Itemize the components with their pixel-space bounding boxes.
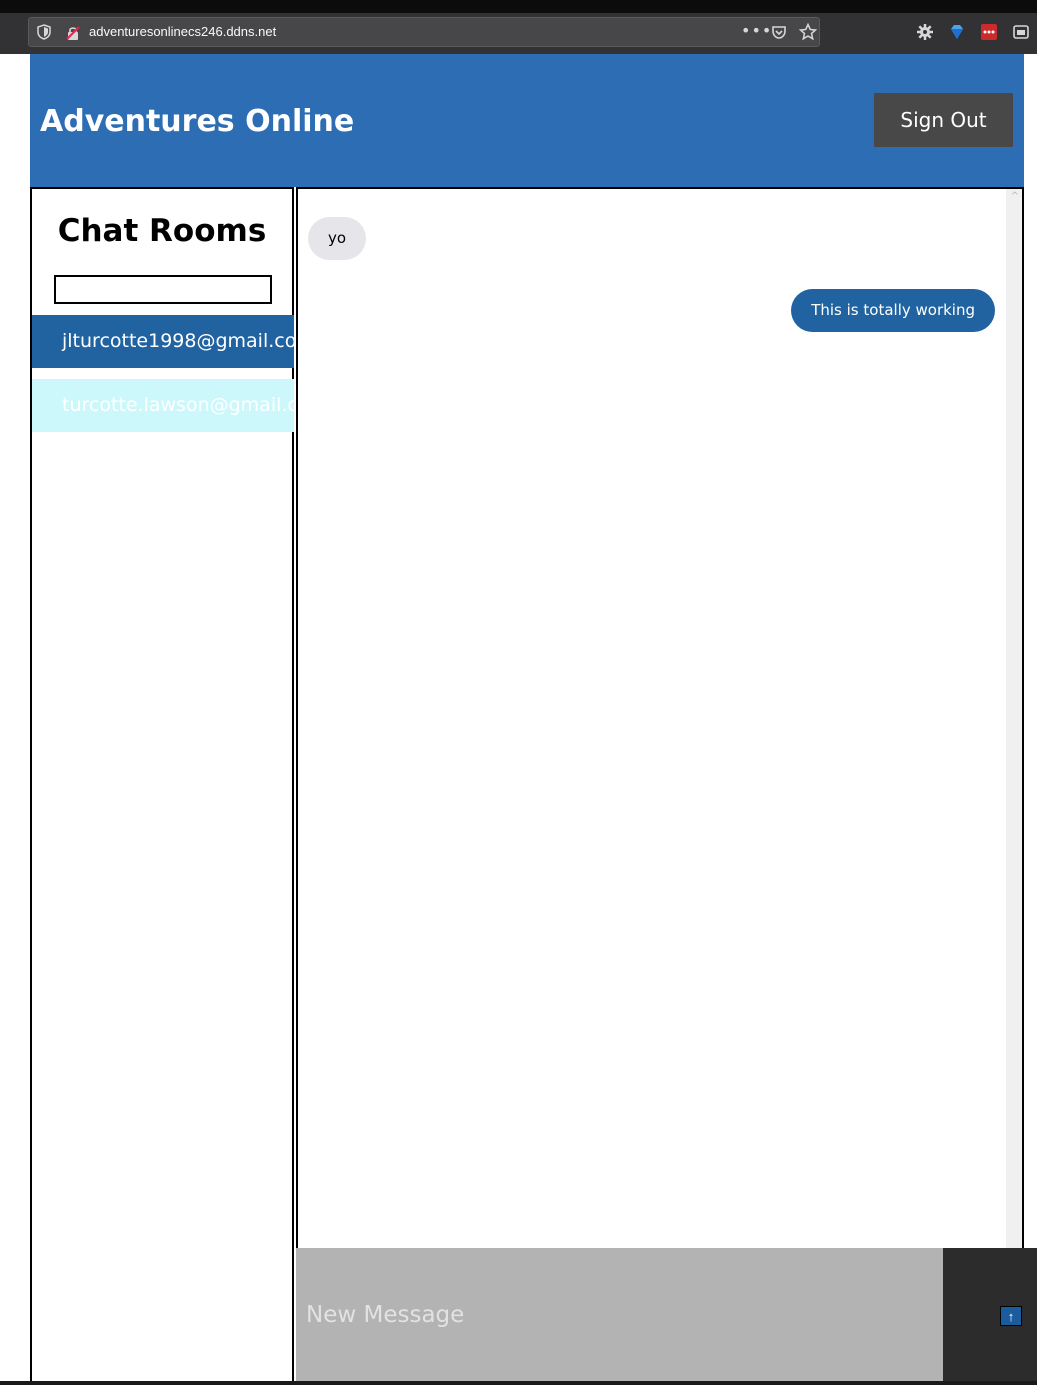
app-header: Adventures Online Sign Out [30, 54, 1024, 187]
gear-extension-icon[interactable] [916, 23, 934, 41]
message-composer [296, 1248, 943, 1381]
bookmark-star-icon[interactable] [799, 23, 817, 41]
reader-view-icon[interactable] [1012, 23, 1030, 41]
insecure-lock-icon[interactable] [65, 25, 81, 41]
chat-messages-panel: yo This is totally working ^ [296, 187, 1024, 1249]
shield-icon[interactable] [37, 24, 51, 40]
send-button[interactable]: ↑ [1000, 1306, 1022, 1326]
sign-out-button[interactable]: Sign Out [874, 93, 1013, 147]
room-item-active[interactable]: jlturcotte1998@gmail.com [32, 315, 294, 368]
pocket-icon[interactable] [771, 24, 787, 40]
browser-toolbar: adventuresonlinecs246.ddns.net ••• [0, 13, 1037, 54]
app-title: Adventures Online [40, 104, 355, 139]
message-bubble-outgoing: This is totally working [791, 289, 995, 332]
chat-rooms-title: Chat Rooms [57, 213, 267, 249]
address-bar[interactable]: adventuresonlinecs246.ddns.net ••• [28, 17, 820, 47]
password-manager-icon[interactable] [980, 23, 998, 41]
message-bubble-incoming: yo [308, 217, 367, 260]
page: Adventures Online Sign Out Chat Rooms jl… [0, 54, 1037, 1385]
window-top-strip [0, 0, 1037, 13]
url-text[interactable]: adventuresonlinecs246.ddns.net [89, 24, 276, 39]
room-item[interactable]: turcotte.lawson@gmail.com [32, 379, 294, 432]
send-area: ↑ [943, 1248, 1037, 1381]
chat-scrollbar[interactable]: ^ [1006, 189, 1022, 1249]
window-bottom-strip [0, 1381, 1037, 1385]
gem-extension-icon[interactable] [948, 23, 966, 41]
new-message-input[interactable] [296, 1248, 943, 1381]
scroll-up-arrow-icon[interactable]: ^ [1011, 191, 1019, 202]
chat-rooms-sidebar: Chat Rooms jlturcotte1998@gmail.com turc… [30, 187, 294, 1385]
room-search-input[interactable] [54, 275, 272, 304]
page-actions-more-icon[interactable]: ••• [741, 21, 772, 40]
